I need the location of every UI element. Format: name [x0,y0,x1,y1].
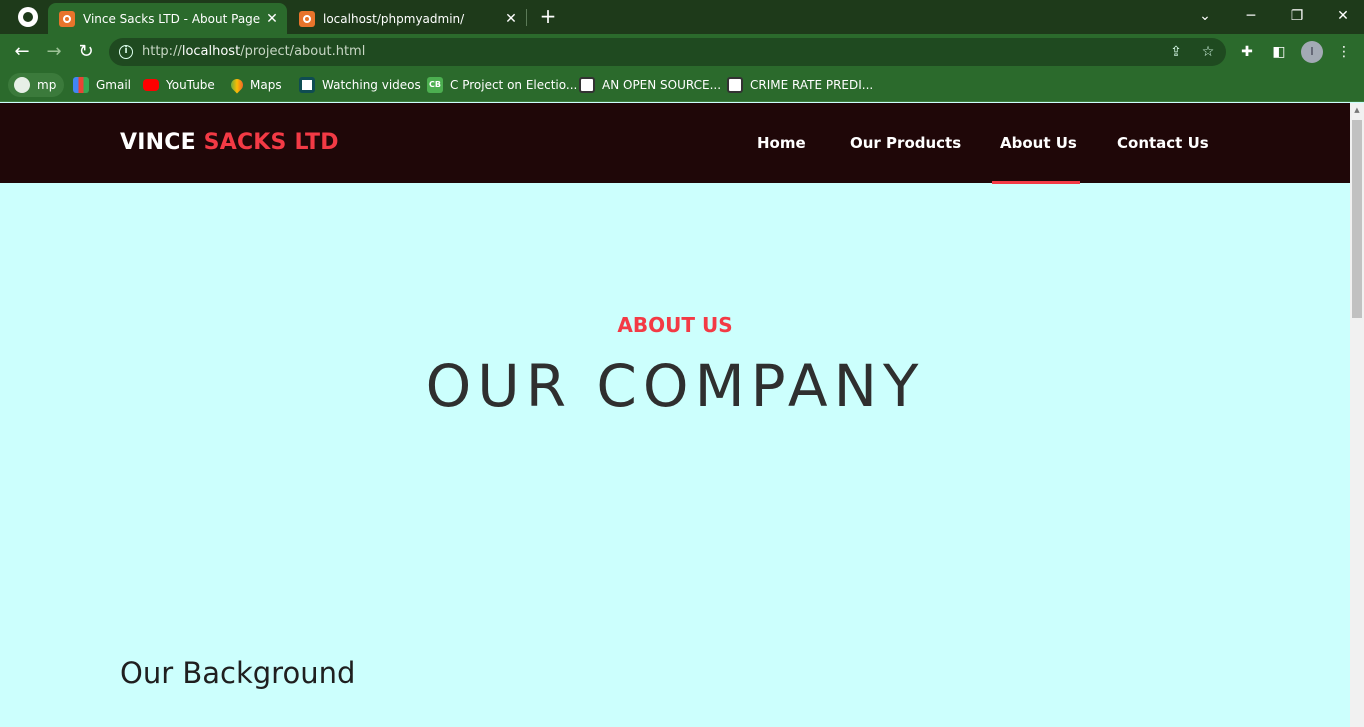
gmail-icon [73,77,89,93]
nav-contact-us[interactable]: Contact Us [1117,134,1209,152]
maps-icon [228,76,246,94]
back-arrow-icon[interactable]: ← [9,39,35,65]
page-title: OUR COMPANY [425,352,925,420]
bookmark-label: C Project on Electio... [450,78,578,92]
doc-icon [579,77,595,93]
bookmark-star-icon[interactable]: ☆ [1199,43,1217,61]
reload-icon[interactable]: ↻ [73,39,99,65]
more-menu-icon[interactable]: ⋮ [1334,42,1354,62]
site-info-icon[interactable]: i [119,45,133,59]
minimize-icon[interactable]: ─ [1239,4,1263,28]
bookmark-open-source[interactable]: AN OPEN SOURCE... [579,73,721,97]
close-icon[interactable]: ✕ [500,11,522,27]
share-icon[interactable]: ⇪ [1167,43,1185,61]
restore-icon[interactable]: ❐ [1285,4,1309,28]
cb-icon: CB [427,77,443,93]
tab-about-page[interactable]: Vince Sacks LTD - About Page ✕ [48,3,287,34]
bookmarks-bar: mp Gmail YouTube Maps Watching videos CB… [0,69,1364,102]
bookmark-c-project[interactable]: CB C Project on Electio... [427,73,577,97]
bookmark-watching-videos[interactable]: Watching videos [299,73,421,97]
bookmark-mp[interactable]: mp [8,73,65,97]
youtube-icon [143,79,159,91]
doc-icon [727,77,743,93]
github-icon[interactable] [18,7,38,27]
section-eyebrow: ABOUT US [617,313,733,337]
site-logo[interactable]: VINCE SACKS LTD [120,130,339,155]
globe-icon [14,77,30,93]
url-text[interactable]: http://localhost/project/about.html [142,44,365,59]
active-nav-indicator [992,181,1080,184]
bookmark-youtube[interactable]: YouTube [143,73,215,97]
xampp-favicon-icon [59,10,75,27]
xampp-favicon-icon [299,10,315,27]
close-icon[interactable]: ✕ [261,11,283,27]
browser-tab-strip: Vince Sacks LTD - About Page ✕ localhost… [0,0,1364,34]
logo-accent: SACKS LTD [203,130,339,155]
side-panel-icon[interactable]: ◧ [1269,42,1289,62]
forward-arrow-icon[interactable]: → [41,39,67,65]
tab-title: Vince Sacks LTD - About Page [83,11,261,26]
browser-toolbar: ← → ↻ i http://localhost/project/about.h… [0,34,1364,69]
bookmark-label: Maps [250,78,282,92]
tab-phpmyadmin[interactable]: localhost/phpmyadmin/ ✕ [288,3,526,34]
bookmark-maps[interactable]: Maps [228,73,282,97]
logo-primary: VINCE [120,130,196,155]
new-tab-plus-icon[interactable]: + [537,5,559,27]
scrollbar-thumb[interactable] [1352,120,1362,318]
section-heading: Our Background [120,656,356,690]
tab-title: localhost/phpmyadmin/ [323,11,465,26]
tab-separator [526,9,527,26]
tab-search-chevron-icon[interactable]: ⌄ [1193,4,1217,28]
nav-home[interactable]: Home [757,134,806,152]
bookmark-gmail[interactable]: Gmail [73,73,131,97]
drop-icon [299,77,315,93]
nav-our-products[interactable]: Our Products [850,134,961,152]
profile-avatar[interactable]: I [1301,41,1323,63]
bookmark-label: AN OPEN SOURCE... [602,78,722,92]
scroll-up-arrow-icon[interactable]: ▲ [1352,104,1362,116]
bookmark-label: mp [37,78,57,92]
bookmark-label: Gmail [96,78,132,92]
bookmark-label: Watching videos [322,78,421,92]
site-header: VINCE SACKS LTD Home Our Products About … [0,103,1350,184]
bookmark-label: YouTube [166,78,215,92]
nav-about-us[interactable]: About Us [1000,134,1077,152]
bookmark-label: CRIME RATE PREDI... [750,78,874,92]
window-close-icon[interactable]: ✕ [1331,4,1355,28]
extensions-puzzle-icon[interactable]: ✚ [1237,42,1257,62]
bookmark-crime-rate[interactable]: CRIME RATE PREDI... [727,73,873,97]
address-bar[interactable]: i http://localhost/project/about.html ⇪ … [109,38,1226,66]
